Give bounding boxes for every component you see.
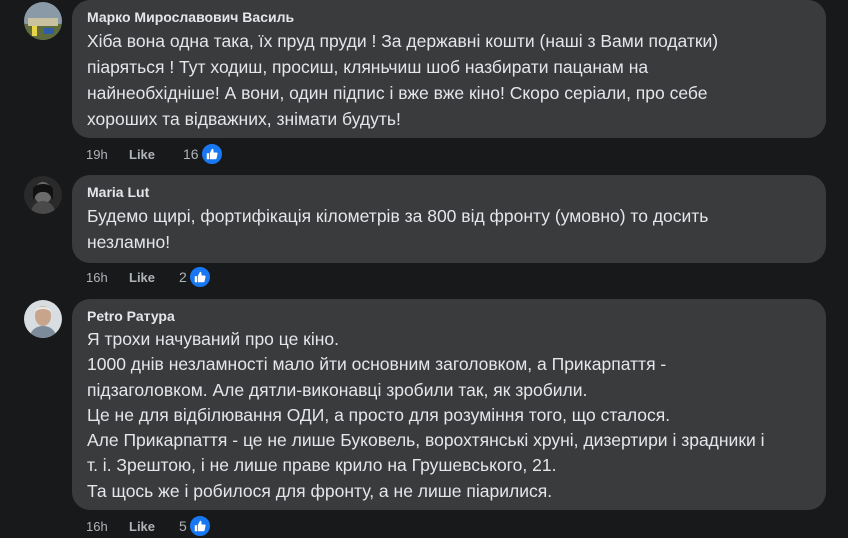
reaction-summary[interactable]: 16 bbox=[183, 142, 224, 166]
reaction-count: 5 bbox=[179, 518, 187, 534]
comment-text: Хіба вона одна така, їх пруд пруди ! За … bbox=[87, 28, 814, 132]
comment-author[interactable]: Марко Мирославович Василь bbox=[87, 8, 814, 26]
avatar[interactable] bbox=[24, 2, 62, 40]
comment-text-line: Та щось же і робилося для фронту, а не л… bbox=[87, 480, 553, 501]
comment-actions: 19h Like 16 bbox=[86, 142, 224, 166]
comment-text-line: 1000 днів незламності мало йти основним … bbox=[87, 354, 667, 375]
avatar[interactable] bbox=[24, 176, 62, 214]
like-icon bbox=[187, 265, 212, 289]
reaction-count: 16 bbox=[183, 146, 199, 162]
reaction-count: 2 bbox=[179, 269, 187, 285]
avatar[interactable] bbox=[24, 300, 62, 338]
reaction-summary[interactable]: 2 bbox=[179, 265, 212, 289]
comment-text-line: хороших та відважних, знімати будуть! bbox=[87, 109, 401, 129]
like-button[interactable]: Like bbox=[129, 519, 155, 534]
like-icon bbox=[199, 142, 224, 166]
comment-timestamp[interactable]: 19h bbox=[86, 147, 129, 162]
reaction-summary[interactable]: 5 bbox=[179, 514, 212, 538]
comment-text-line: піаряться ! Тут ходиш, просиш, кляньчиш … bbox=[87, 57, 649, 77]
avatar-portrait-image bbox=[24, 176, 62, 214]
like-icon bbox=[187, 514, 212, 538]
comment-text: Будемо щирі, фортифікація кілометрів за … bbox=[87, 203, 814, 255]
comment-author[interactable]: Petro Ратура bbox=[87, 307, 814, 325]
comment-text-line: Я трохи начуваний про це кіно. bbox=[87, 329, 339, 349]
comment-text-line: Це не для відбілювання ОДИ, а просто для… bbox=[87, 404, 671, 425]
comment-timestamp[interactable]: 16h bbox=[86, 519, 129, 534]
comment-text-line: підзаголовком. Але дятли-виконавці зроби… bbox=[87, 379, 588, 400]
avatar-landscape-image bbox=[24, 2, 62, 40]
comment-author[interactable]: Maria Lut bbox=[87, 183, 814, 201]
comment-actions: 16h Like 2 bbox=[86, 265, 212, 289]
comment-text-line: найнеобхідніше! А вони, один підпис і вж… bbox=[87, 83, 708, 103]
comment-text: Я трохи начуваний про це кіно. 1000 днів… bbox=[87, 327, 814, 504]
like-button[interactable]: Like bbox=[129, 147, 155, 162]
comment-timestamp[interactable]: 16h bbox=[86, 270, 129, 285]
comment-text-line: Хіба вона одна така, їх пруд пруди ! За … bbox=[87, 31, 719, 51]
comment-actions: 16h Like 5 bbox=[86, 514, 212, 538]
comment-text-line: незламно! bbox=[87, 232, 171, 252]
avatar-portrait-image bbox=[24, 300, 62, 338]
comment-text-line: т. і. Зрештою, і не лише праве крило на … bbox=[87, 455, 557, 476]
comment-bubble: Petro Ратура Я трохи начуваний про це кі… bbox=[72, 299, 826, 510]
comment-text-line: Будемо щирі, фортифікація кілометрів за … bbox=[87, 206, 709, 226]
comment-bubble: Марко Мирославович Василь Хіба вона одна… bbox=[72, 0, 826, 138]
comment-text-line: Але Прикарпаття - це не лише Буковель, в… bbox=[87, 430, 765, 451]
comment-bubble: Maria Lut Будемо щирі, фортифікація кіло… bbox=[72, 175, 826, 263]
like-button[interactable]: Like bbox=[129, 270, 155, 285]
